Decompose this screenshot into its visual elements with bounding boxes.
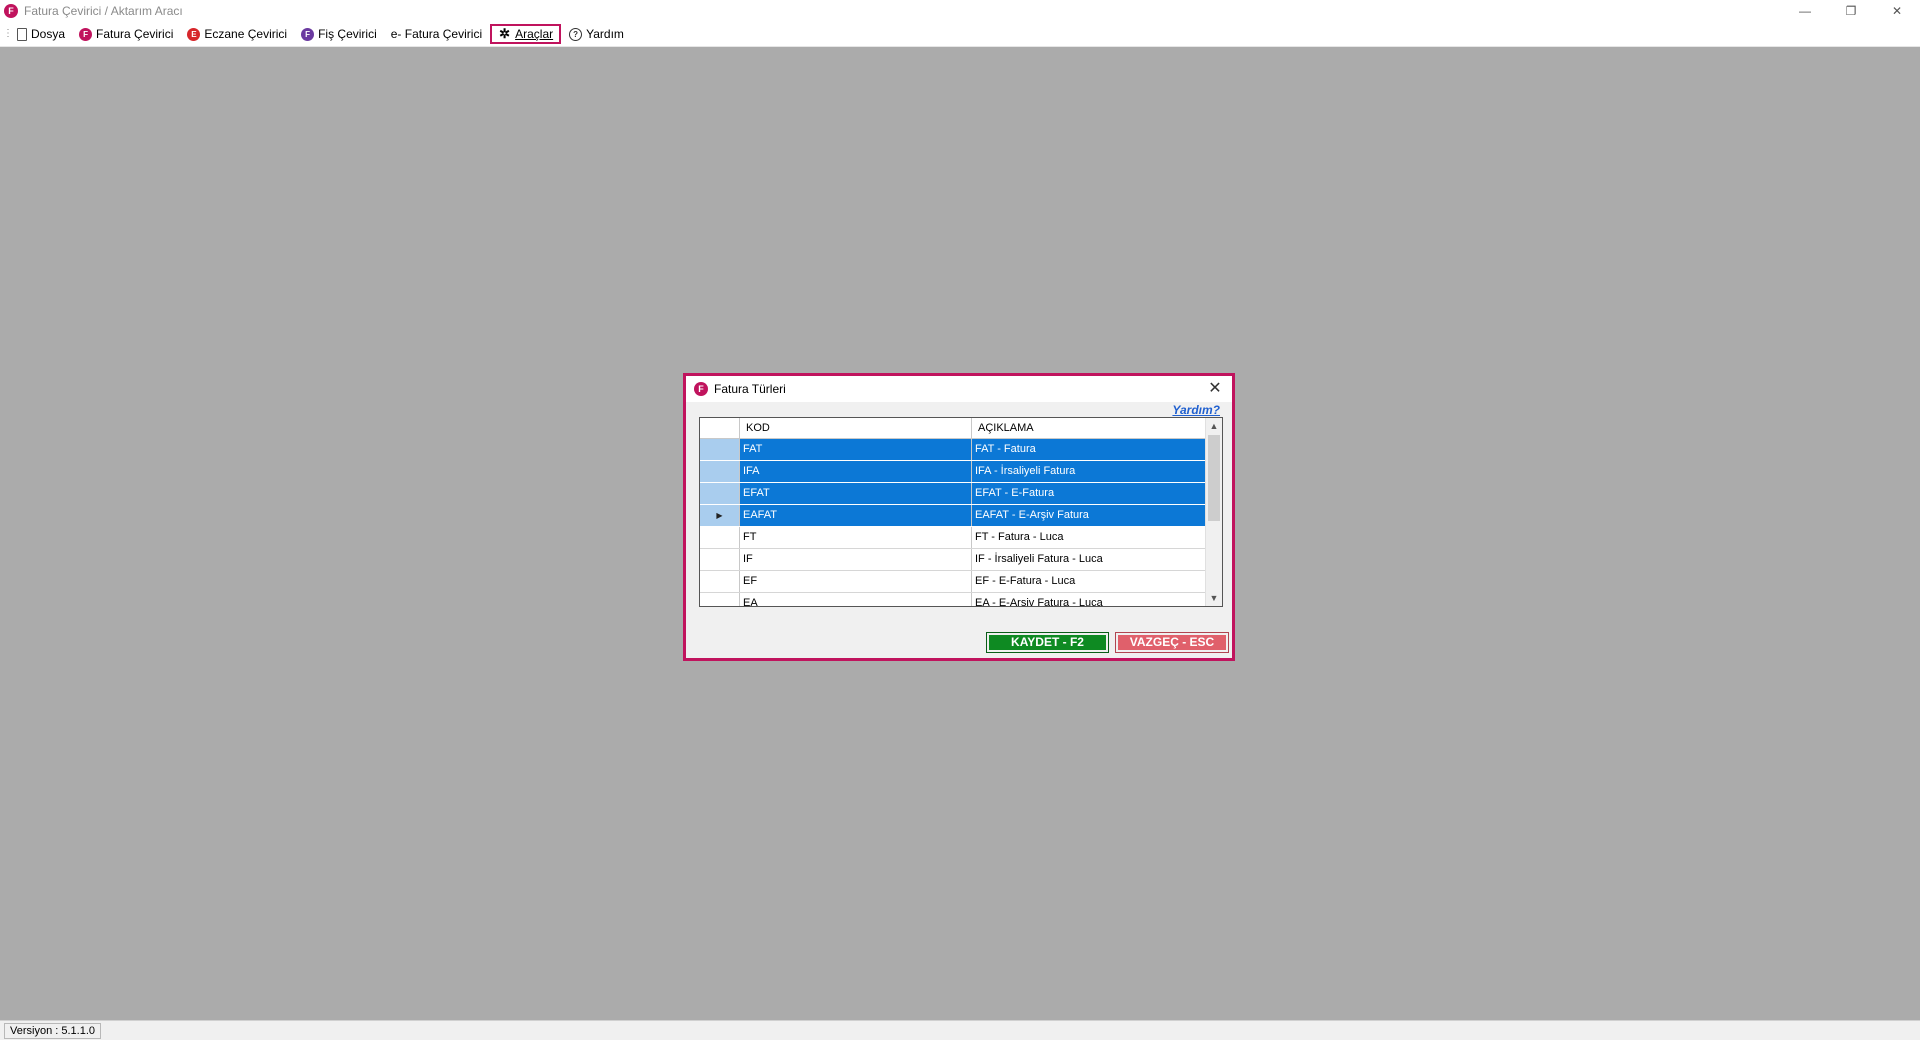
toolbar-grip-icon[interactable]: ⋮ — [3, 26, 13, 42]
dialog-logo-icon: F — [694, 382, 708, 396]
grid-header: KOD AÇIKLAMA — [700, 418, 1222, 439]
row-header[interactable] — [700, 483, 740, 504]
cell-kod[interactable]: EAFAT — [740, 505, 972, 526]
table-row[interactable]: IFA IFA - İrsaliyeli Fatura — [700, 461, 1222, 483]
menu-label: Araçlar — [515, 27, 554, 41]
window-controls: — ❐ ✕ — [1782, 0, 1920, 22]
menu-label: Fatura Çevirici — [96, 27, 174, 41]
cell-aciklama[interactable]: EAFAT - E-Arşiv Fatura — [972, 505, 1206, 526]
menu-yardim[interactable]: ? Yardım — [563, 24, 630, 44]
row-header[interactable] — [700, 461, 740, 482]
row-header[interactable]: ▶ — [700, 505, 740, 526]
table-row[interactable]: EFAT EFAT - E-Fatura — [700, 483, 1222, 505]
cell-aciklama[interactable]: EFAT - E-Fatura — [972, 483, 1206, 504]
help-link[interactable]: Yardım? — [1172, 403, 1220, 417]
version-label: Versiyon : 5.1.1.0 — [4, 1022, 101, 1039]
scrollbar-thumb[interactable] — [1208, 435, 1220, 521]
menu-label: Dosya — [31, 27, 66, 41]
cell-kod[interactable]: EFAT — [740, 483, 972, 504]
row-header-corner[interactable] — [700, 418, 740, 438]
fis-f-icon: F — [301, 27, 315, 41]
cell-aciklama[interactable]: IFA - İrsaliyeli Fatura — [972, 461, 1206, 482]
menu-e-fatura-cevirici[interactable]: e- Fatura Çevirici — [385, 24, 488, 44]
cell-kod[interactable]: IF — [740, 549, 972, 570]
scroll-down-icon[interactable]: ▼ — [1206, 590, 1222, 606]
fatura-f-icon: F — [79, 27, 93, 41]
eczane-e-icon: E — [187, 27, 201, 41]
cell-aciklama[interactable]: FT - Fatura - Luca — [972, 527, 1206, 548]
menu-fatura-cevirici[interactable]: F Fatura Çevirici — [73, 24, 179, 44]
menu-bar: ⋮ Dosya F Fatura Çevirici E Eczane Çevir… — [0, 22, 1920, 47]
cell-kod[interactable]: EA — [740, 593, 972, 606]
table-row[interactable]: EF EF - E-Fatura - Luca — [700, 571, 1222, 593]
dialog-title: Fatura Türleri — [714, 382, 786, 396]
minimize-button[interactable]: — — [1782, 0, 1828, 22]
menu-araclar[interactable]: ✲ Araçlar — [490, 24, 562, 44]
document-icon — [17, 27, 27, 41]
table-row[interactable]: FAT FAT - Fatura — [700, 439, 1222, 461]
table-row[interactable]: ▶ EAFAT EAFAT - E-Arşiv Fatura — [700, 505, 1222, 527]
grid-vertical-scrollbar[interactable]: ▲ ▼ — [1205, 418, 1222, 606]
menu-fis-cevirici[interactable]: F Fiş Çevirici — [295, 24, 383, 44]
dialog-title-bar: F Fatura Türleri ✕ — [686, 376, 1232, 402]
cell-aciklama[interactable]: IF - İrsaliyeli Fatura - Luca — [972, 549, 1206, 570]
window-title: Fatura Çevirici / Aktarım Aracı — [24, 4, 183, 18]
cell-aciklama[interactable]: EA - E-Arşiv Fatura - Luca — [972, 593, 1206, 606]
status-bar: Versiyon : 5.1.1.0 — [0, 1020, 1920, 1040]
fatura-turleri-grid[interactable]: KOD AÇIKLAMA FAT FAT - Fatura IFA IFA - … — [699, 417, 1223, 607]
tools-icon: ✲ — [499, 26, 511, 41]
help-icon: ? — [569, 27, 583, 41]
cell-kod[interactable]: IFA — [740, 461, 972, 482]
cell-kod[interactable]: EF — [740, 571, 972, 592]
column-header-aciklama[interactable]: AÇIKLAMA — [972, 418, 1206, 438]
menu-dosya[interactable]: Dosya — [11, 24, 71, 44]
close-button[interactable]: ✕ — [1874, 0, 1920, 22]
row-header[interactable] — [700, 527, 740, 548]
table-row[interactable]: FT FT - Fatura - Luca — [700, 527, 1222, 549]
current-row-arrow-icon: ▶ — [716, 511, 723, 520]
column-header-kod[interactable]: KOD — [740, 418, 972, 438]
table-row[interactable]: EA EA - E-Arşiv Fatura - Luca — [700, 593, 1222, 606]
row-header[interactable] — [700, 571, 740, 592]
fatura-turleri-dialog: F Fatura Türleri ✕ Yardım? KOD AÇIKLAMA … — [683, 373, 1235, 661]
table-row[interactable]: IF IF - İrsaliyeli Fatura - Luca — [700, 549, 1222, 571]
cell-kod[interactable]: FT — [740, 527, 972, 548]
restore-button[interactable]: ❐ — [1828, 0, 1874, 22]
cell-aciklama[interactable]: FAT - Fatura — [972, 439, 1206, 460]
menu-label: Eczane Çevirici — [204, 27, 288, 41]
dialog-close-icon[interactable]: ✕ — [1206, 380, 1224, 398]
row-header[interactable] — [700, 439, 740, 460]
save-button[interactable]: KAYDET - F2 — [986, 632, 1109, 653]
menu-label: e- Fatura Çevirici — [390, 27, 483, 41]
title-bar: F Fatura Çevirici / Aktarım Aracı — ❐ ✕ — [0, 0, 1920, 22]
menu-label: Yardım — [586, 27, 624, 41]
row-header[interactable] — [700, 593, 740, 606]
cancel-button[interactable]: VAZGEÇ - ESC — [1115, 632, 1229, 653]
menu-label: Fiş Çevirici — [318, 27, 377, 41]
cell-kod[interactable]: FAT — [740, 439, 972, 460]
row-header[interactable] — [700, 549, 740, 570]
scroll-up-icon[interactable]: ▲ — [1206, 418, 1222, 434]
menu-eczane-cevirici[interactable]: E Eczane Çevirici — [181, 24, 293, 44]
app-logo-icon: F — [4, 4, 18, 18]
cell-aciklama[interactable]: EF - E-Fatura - Luca — [972, 571, 1206, 592]
